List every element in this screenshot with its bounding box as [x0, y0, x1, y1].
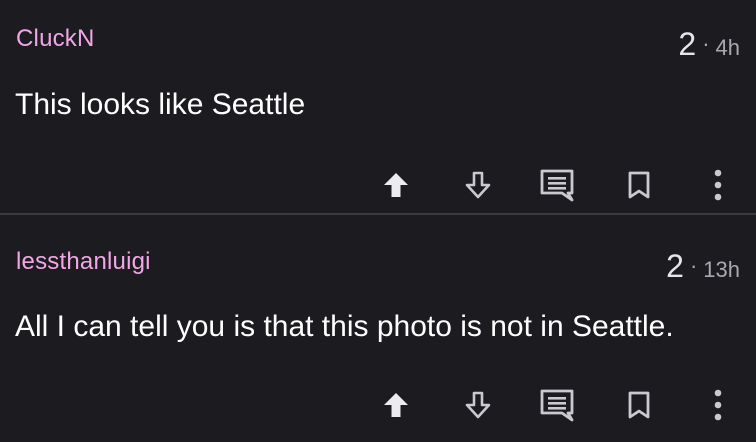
comment: lessthanluigi 2 · 13h All I can tell you… — [0, 216, 756, 442]
comment-meta: 2 · 13h — [666, 248, 740, 285]
comment-icon — [540, 389, 574, 422]
arrow-up-icon — [384, 393, 408, 417]
bookmark-icon — [628, 391, 650, 419]
comment-icon — [540, 169, 574, 202]
comment: CluckN 2 · 4h This looks like Seattle — [0, 0, 756, 214]
vertical-dots-icon — [714, 389, 722, 421]
comment-score: 2 — [666, 248, 684, 284]
bookmark-icon — [628, 171, 650, 199]
meta-separator: · — [689, 253, 698, 278]
reply-button[interactable] — [537, 385, 577, 425]
comment-thread: CluckN 2 · 4h This looks like Seattle le… — [0, 0, 756, 442]
meta-separator: · — [702, 31, 710, 56]
save-button[interactable] — [619, 165, 659, 205]
arrow-down-outline-icon — [465, 391, 491, 419]
reply-button[interactable] — [537, 165, 577, 205]
comment-divider — [0, 213, 756, 215]
downvote-button[interactable] — [458, 385, 498, 425]
upvote-button[interactable] — [376, 165, 416, 205]
comment-actions — [0, 385, 756, 425]
comment-body: All I can tell you is that this photo is… — [15, 310, 674, 343]
upvote-button[interactable] — [376, 385, 416, 425]
comment-meta: 2 · 4h — [678, 26, 740, 63]
comment-author[interactable]: lessthanluigi — [16, 248, 151, 276]
more-options-button[interactable] — [698, 385, 738, 425]
comment-age: 13h — [703, 257, 740, 282]
arrow-up-icon — [384, 173, 408, 197]
arrow-down-outline-icon — [465, 171, 491, 199]
comment-body: This looks like Seattle — [15, 88, 306, 121]
comment-age: 4h — [715, 35, 740, 60]
more-options-button[interactable] — [698, 165, 738, 205]
comment-author[interactable]: CluckN — [16, 25, 95, 53]
vertical-dots-icon — [714, 169, 722, 201]
comment-score: 2 — [678, 26, 697, 62]
downvote-button[interactable] — [458, 165, 498, 205]
comment-actions — [0, 165, 756, 205]
save-button[interactable] — [619, 385, 659, 425]
